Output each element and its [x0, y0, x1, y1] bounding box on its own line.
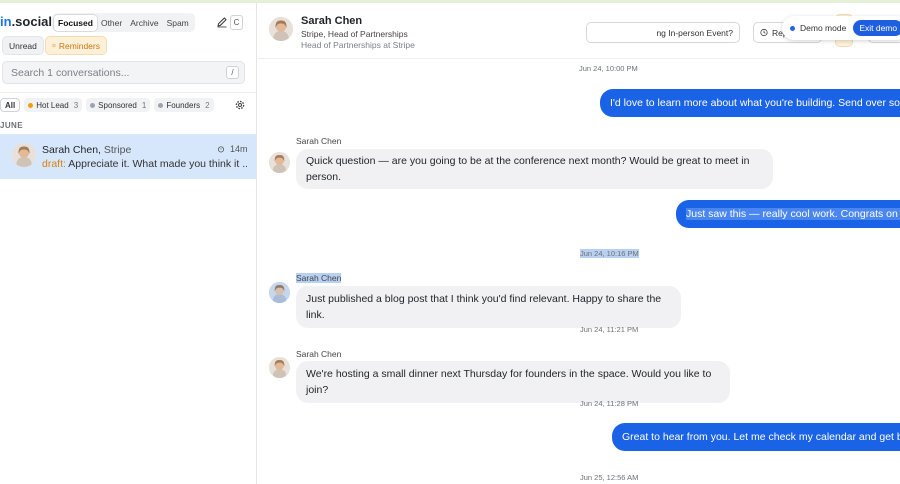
message-timestamp: Jun 24, 10:00 PM: [579, 64, 638, 73]
compose-button[interactable]: [214, 14, 230, 30]
message-timestamp: Jun 24, 11:21 PM: [580, 325, 639, 334]
message-sender: Sarah Chen: [296, 349, 342, 359]
filter-hot-lead[interactable]: Hot Lead 3: [24, 98, 83, 112]
exit-demo-button[interactable]: Exit demo: [853, 20, 900, 36]
gear-icon: [235, 100, 245, 110]
compose-shortcut-key: C: [230, 15, 243, 30]
tab-archive[interactable]: Archive: [126, 15, 162, 31]
clock-icon: [760, 28, 768, 37]
alarm-icon: [217, 146, 225, 153]
filter-founders[interactable]: Founders 2: [154, 98, 214, 112]
tab-spam[interactable]: Spam: [163, 15, 193, 31]
contact-headline: Head of Partnerships at Stripe: [301, 40, 415, 50]
filter-sponsored[interactable]: Sponsored 1: [86, 98, 151, 112]
pencil-icon: [217, 17, 227, 28]
contact-name: Sarah Chen: [301, 15, 363, 27]
alarm-clock-icon: [52, 43, 56, 48]
demo-mode-banner: Demo mode Exit demo: [782, 16, 900, 40]
conversation-name: Sarah Chen, Stripe: [42, 144, 132, 156]
unread-filter-button[interactable]: Unread: [2, 36, 44, 55]
tab-focused[interactable]: Focused: [54, 14, 97, 31]
app-logo: in.social: [0, 14, 53, 29]
label-filters: All Hot Lead 3 Sponsored 1 Founders 2: [0, 98, 214, 112]
filter-all[interactable]: All: [0, 98, 21, 112]
conversation-time: 14m: [217, 144, 248, 154]
divider: [0, 92, 256, 93]
founders-dot-icon: [158, 102, 164, 108]
incoming-message[interactable]: Just published a blog post that I think …: [296, 286, 681, 328]
reminders-label: Reminders: [58, 40, 100, 51]
incoming-message[interactable]: We're hosting a small dinner next Thursd…: [296, 361, 730, 403]
outgoing-message[interactable]: I'd love to learn more about what you're…: [600, 89, 900, 117]
message-timestamp: Jun 25, 12:56 AM: [580, 473, 639, 482]
message-timestamp: Jun 24, 11:28 PM: [580, 399, 639, 408]
search-input[interactable]: [3, 62, 213, 83]
avatar: [269, 17, 293, 41]
search-box: /: [2, 61, 245, 84]
outgoing-message[interactable]: Just saw this — really cool work. Congra…: [676, 200, 900, 228]
contact-title: Stripe, Head of Partnerships: [301, 29, 408, 39]
conversation-header: Sarah Chen Stripe, Head of Partnerships …: [258, 3, 900, 59]
sponsored-dot-icon: [90, 102, 96, 108]
avatar: [269, 152, 290, 173]
inbox-tabs: Focused Other Archive Spam: [52, 13, 195, 32]
hot-lead-dot-icon: [28, 102, 34, 108]
message-thread[interactable]: Jun 24, 10:00 PM I'd love to learn more …: [258, 60, 900, 484]
avatar: [269, 282, 290, 303]
label-settings-button[interactable]: [234, 98, 248, 112]
message-sender: Sarah Chen: [296, 136, 342, 146]
search-shortcut-key: /: [226, 66, 239, 79]
outgoing-message[interactable]: Great to hear from you. Let me check my …: [612, 423, 900, 451]
reminders-filter-button[interactable]: Reminders: [45, 36, 107, 55]
avatar: [269, 357, 290, 378]
tab-other[interactable]: Other: [97, 15, 126, 31]
avatar: [12, 143, 36, 167]
demo-mode-label: Demo mode: [800, 23, 847, 33]
message-sender: Sarah Chen: [296, 273, 342, 283]
section-label-month: JUNE: [0, 121, 23, 130]
incoming-message[interactable]: Quick question — are you going to be at …: [296, 149, 773, 189]
sidebar: in.social Focused Other Archive Spam C U…: [0, 3, 257, 484]
conversation-draft-preview: draft: Appreciate it. What made you thin…: [42, 158, 247, 170]
message-timestamp: Jun 24, 10:16 PM: [580, 249, 639, 258]
conversation-item[interactable]: Sarah Chen, Stripe 14m draft: Appreciate…: [0, 134, 256, 179]
demo-status-dot-icon: [790, 25, 795, 31]
in-person-event-button[interactable]: ng In-person Event?: [586, 22, 740, 43]
